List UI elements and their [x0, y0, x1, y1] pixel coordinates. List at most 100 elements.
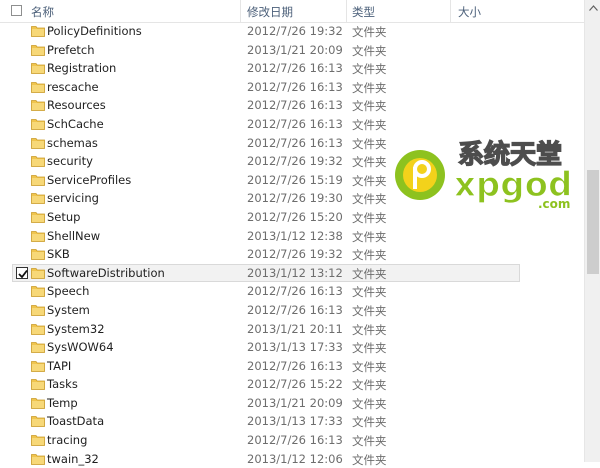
file-name[interactable]: SysWOW64	[47, 340, 114, 354]
file-name[interactable]: twain_32	[47, 452, 99, 466]
modified-date: 2012/7/26 16:13	[247, 302, 343, 317]
file-name[interactable]: tracing	[47, 433, 87, 447]
file-name[interactable]: Resources	[47, 98, 106, 112]
file-name[interactable]: servicing	[47, 191, 99, 205]
modified-date: 2013/1/13 17:33	[247, 340, 343, 355]
file-type: 文件夹	[352, 25, 387, 39]
modified-date: 2013/1/21 20:09	[247, 395, 343, 410]
table-row[interactable]: Prefetch 2013/1/21 20:09 文件夹	[0, 41, 584, 60]
folder-icon	[31, 155, 45, 168]
table-row[interactable]: ToastData 2013/1/13 17:33 文件夹	[0, 412, 584, 431]
table-row[interactable]: System32 2013/1/21 20:11 文件夹	[0, 320, 584, 339]
file-name[interactable]: ShellNew	[47, 229, 100, 243]
modified-date: 2013/1/13 17:33	[247, 414, 343, 429]
folder-icon	[31, 99, 45, 112]
file-name[interactable]: Tasks	[47, 377, 78, 391]
file-type: 文件夹	[352, 415, 387, 430]
table-row[interactable]: SysWOW64 2013/1/13 17:33 文件夹	[0, 338, 584, 357]
table-row[interactable]: PolicyDefinitions 2012/7/26 19:32 文件夹	[0, 22, 584, 41]
column-header-type[interactable]: 类型	[352, 4, 375, 20]
column-divider[interactable]	[450, 0, 451, 22]
modified-date: 2012/7/26 19:32	[247, 247, 343, 262]
folder-icon	[31, 304, 45, 316]
table-row[interactable]: ShellNew 2013/1/12 12:38 文件夹	[0, 227, 584, 246]
table-row[interactable]: Speech 2012/7/26 16:13 文件夹	[0, 282, 584, 301]
folder-icon	[31, 44, 45, 56]
checkbox-icon[interactable]	[16, 266, 28, 279]
folder-icon	[31, 415, 45, 428]
file-type: 文件夹	[352, 322, 387, 337]
file-type: 文件夹	[352, 359, 387, 374]
folder-icon	[31, 360, 45, 372]
column-header-name[interactable]: 名称	[31, 4, 54, 20]
table-row[interactable]: Temp 2013/1/21 20:09 文件夹	[0, 394, 584, 413]
file-name[interactable]: System32	[47, 322, 105, 336]
modified-date: 2012/7/26 15:20	[247, 209, 343, 224]
file-name[interactable]: ToastData	[47, 414, 104, 428]
file-name[interactable]: SchCache	[47, 117, 104, 131]
modified-date: 2012/7/26 16:13	[247, 79, 343, 94]
file-name[interactable]: Prefetch	[47, 43, 95, 57]
file-name[interactable]: Temp	[47, 396, 78, 410]
file-type: 文件夹	[352, 192, 387, 207]
folder-icon	[31, 118, 45, 130]
file-name[interactable]: PolicyDefinitions	[47, 24, 142, 38]
folder-icon	[31, 230, 45, 242]
file-name[interactable]: SoftwareDistribution	[47, 266, 165, 280]
file-type: 文件夹	[352, 229, 387, 244]
modified-date: 2012/7/26 19:30	[247, 191, 343, 206]
chevron-up-icon[interactable]	[585, 0, 600, 16]
file-name[interactable]: Speech	[47, 284, 89, 298]
file-name[interactable]: Registration	[47, 61, 116, 75]
table-row[interactable]: Registration 2012/7/26 16:13 文件夹	[0, 59, 584, 78]
folder-icon	[31, 285, 45, 298]
table-row[interactable]: rescache 2012/7/26 16:13 文件夹	[0, 78, 584, 97]
table-row[interactable]: SchCache 2012/7/26 16:13 文件夹	[0, 115, 584, 134]
file-name[interactable]: TAPI	[47, 359, 71, 373]
modified-date: 2013/1/21 20:11	[247, 321, 343, 336]
modified-date: 2013/1/21 20:09	[247, 42, 343, 57]
file-name[interactable]: schemas	[47, 136, 98, 150]
folder-icon	[31, 62, 45, 75]
folder-icon	[31, 137, 45, 149]
folder-icon	[31, 248, 45, 261]
modified-date: 2012/7/26 16:13	[247, 358, 343, 373]
scrollbar-thumb[interactable]	[587, 170, 599, 274]
select-all-checkbox[interactable]	[11, 5, 22, 16]
file-name[interactable]: security	[47, 154, 93, 168]
modified-date: 2013/1/12 13:12	[247, 265, 343, 280]
table-row[interactable]: SKB 2012/7/26 19:32 文件夹	[0, 245, 584, 264]
file-name[interactable]: ServiceProfiles	[47, 173, 131, 187]
file-list: PolicyDefinitions 2012/7/26 19:32 文件夹 Prefe…	[0, 22, 584, 468]
column-divider[interactable]	[346, 0, 347, 22]
file-type: 文件夹	[352, 155, 387, 170]
folder-icon	[31, 174, 45, 186]
file-name[interactable]: System	[47, 303, 90, 317]
table-row[interactable]: Resources 2012/7/26 16:13 文件夹	[0, 96, 584, 115]
column-header-modified[interactable]: 修改日期	[247, 4, 293, 20]
table-row[interactable]: System 2012/7/26 16:13 文件夹	[0, 301, 584, 320]
table-row[interactable]: Tasks 2012/7/26 15:22 文件夹	[0, 375, 584, 394]
folder-icon	[31, 397, 45, 409]
file-type: 文件夹	[352, 173, 387, 188]
table-row[interactable]: tracing 2012/7/26 16:13 文件夹	[0, 431, 584, 450]
file-type: 文件夹	[352, 434, 387, 449]
file-type: 文件夹	[352, 43, 387, 58]
file-name[interactable]: rescache	[47, 80, 99, 94]
column-divider[interactable]	[240, 0, 241, 22]
modified-date: 2013/1/12 12:38	[247, 228, 343, 243]
column-header-size[interactable]: 大小	[458, 4, 481, 20]
modified-date: 2012/7/26 19:32	[247, 24, 343, 38]
table-row[interactable]: SoftwareDistribution 2013/1/12 13:12 文件夹	[0, 263, 584, 283]
file-type: 文件夹	[352, 341, 387, 356]
vertical-scrollbar[interactable]	[584, 0, 600, 462]
file-name[interactable]: SKB	[47, 247, 70, 261]
modified-date: 2012/7/26 16:13	[247, 433, 343, 448]
file-type: 文件夹	[352, 285, 387, 300]
table-row[interactable]: TAPI 2012/7/26 16:13 文件夹	[0, 357, 584, 376]
folder-icon	[31, 453, 45, 465]
modified-date: 2013/1/12 12:06	[247, 451, 343, 466]
file-name[interactable]: Setup	[47, 210, 80, 224]
table-row[interactable]: twain_32 2013/1/12 12:06 文件夹	[0, 450, 584, 468]
folder-icon	[31, 192, 45, 205]
